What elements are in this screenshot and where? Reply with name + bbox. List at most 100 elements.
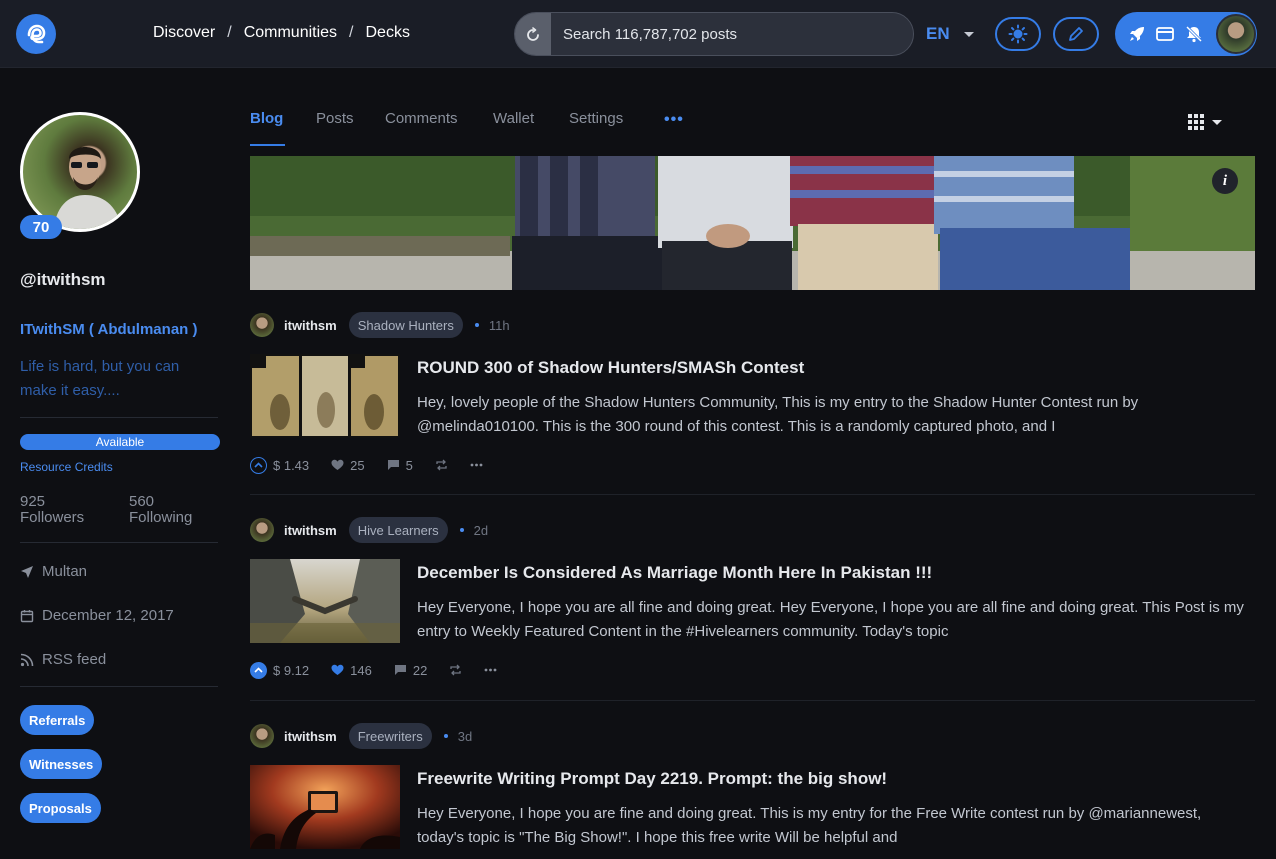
- bullet: [459, 528, 464, 532]
- post-actions: $ 1.43 25 5: [250, 456, 505, 474]
- thumbnail-illustration: [250, 559, 400, 643]
- tab-comments[interactable]: Comments: [385, 110, 458, 127]
- post-thumbnail[interactable]: [250, 559, 400, 643]
- following-label: Following: [129, 509, 193, 526]
- post-header: itwithsm Shadow Hunters 11h: [250, 312, 510, 338]
- profile-cover-image: [250, 156, 1255, 290]
- ecency-logo-icon[interactable]: [16, 14, 56, 54]
- tab-blog[interactable]: Blog: [250, 110, 283, 127]
- post-thumbnail[interactable]: [250, 765, 400, 849]
- thumbnail-illustration: [250, 354, 400, 438]
- post-title[interactable]: Freewrite Writing Prompt Day 2219. Promp…: [417, 769, 887, 789]
- post-age: 11h: [488, 317, 510, 333]
- wallet-icon[interactable]: [1155, 24, 1175, 44]
- tab-wallet[interactable]: Wallet: [493, 110, 534, 127]
- post-thumbnail[interactable]: [250, 354, 400, 438]
- reblog-button[interactable]: [449, 664, 462, 676]
- rocket-icon[interactable]: [1127, 24, 1147, 44]
- active-tab-indicator: [250, 144, 285, 146]
- notifications-off-icon[interactable]: [1184, 24, 1204, 44]
- language-selector[interactable]: EN: [926, 24, 974, 44]
- resource-credits-label: Resource Credits: [20, 460, 113, 474]
- post-payout[interactable]: $ 1.43: [273, 458, 309, 473]
- ellipsis-icon: [470, 463, 483, 467]
- comments-count: 5: [405, 457, 413, 473]
- post-excerpt[interactable]: Hey Everyone, I hope you are fine and do…: [417, 802, 1252, 850]
- reputation-badge: 70: [20, 215, 62, 239]
- search-box: [514, 12, 914, 56]
- post-author[interactable]: itwithsm: [284, 729, 337, 744]
- profile-sidebar: 70 @itwithsm ITwithSM ( Abdulmanan ) Lif…: [0, 69, 238, 859]
- witnesses-button[interactable]: Witnesses: [20, 749, 103, 779]
- followers-count: 925: [20, 493, 46, 510]
- votes-button[interactable]: 25: [331, 458, 365, 473]
- breadcrumb-discover[interactable]: Discover: [153, 24, 215, 42]
- search-mode-button[interactable]: [515, 13, 551, 55]
- post-excerpt[interactable]: Hey Everyone, I hope you are all fine an…: [417, 596, 1252, 644]
- comments-button[interactable]: 5: [387, 458, 413, 473]
- reblog-button[interactable]: [435, 459, 448, 471]
- following-stat[interactable]: 560 Following: [129, 494, 192, 526]
- post-age: 2d: [473, 522, 489, 538]
- search-input[interactable]: [551, 13, 913, 55]
- referrals-button[interactable]: Referrals: [20, 705, 95, 735]
- more-tabs-button[interactable]: •••: [664, 111, 684, 129]
- post-excerpt[interactable]: Hey, lovely people of the Shadow Hunters…: [417, 391, 1252, 439]
- comment-icon: [394, 665, 406, 675]
- tab-posts[interactable]: Posts: [316, 110, 354, 127]
- proposals-button[interactable]: Proposals: [20, 793, 101, 823]
- calendar-icon: [20, 609, 34, 622]
- comments-count: 22: [412, 662, 428, 678]
- divider: [250, 700, 1255, 701]
- user-avatar[interactable]: [1216, 14, 1256, 54]
- chevron-down-icon: [963, 31, 974, 37]
- more-options-button[interactable]: [470, 463, 483, 467]
- author-avatar[interactable]: [250, 518, 274, 542]
- vote-button[interactable]: $ 9.12: [250, 661, 309, 679]
- author-avatar[interactable]: [250, 724, 274, 748]
- refresh-icon: [527, 27, 539, 41]
- tab-settings[interactable]: Settings: [569, 110, 623, 127]
- community-tag[interactable]: Hive Learners: [348, 517, 448, 543]
- followers-stat[interactable]: 925 Followers: [20, 494, 84, 526]
- top-bar: Discover / Communities / Decks EN: [0, 0, 1276, 68]
- post-header: itwithsm Freewriters 3d: [250, 723, 472, 749]
- vote-button[interactable]: $ 1.43: [250, 456, 309, 474]
- post-card: itwithsm Freewriters 3d Freewrite Writin…: [250, 723, 1255, 859]
- post-author[interactable]: itwithsm: [284, 318, 337, 333]
- author-avatar[interactable]: [250, 313, 274, 337]
- post-card: itwithsm Shadow Hunters 11h ROUND 300 of…: [250, 312, 1255, 474]
- more-options-button[interactable]: [484, 668, 497, 672]
- post-payout[interactable]: $ 9.12: [273, 663, 309, 678]
- post-title[interactable]: ROUND 300 of Shadow Hunters/SMASh Contes…: [417, 358, 804, 378]
- resource-credits-bar[interactable]: Available: [20, 434, 220, 450]
- breadcrumb-communities[interactable]: Communities: [244, 24, 337, 42]
- heart-icon: [331, 664, 344, 675]
- view-mode-toggle[interactable]: [1188, 114, 1222, 130]
- reblog-icon: [436, 459, 447, 471]
- location-row: Multan: [20, 563, 87, 580]
- post-actions: $ 9.12 146 22: [250, 661, 519, 679]
- brightness-icon: [1008, 24, 1028, 44]
- comments-button[interactable]: 22: [394, 663, 427, 678]
- language-label: EN: [926, 24, 950, 43]
- votes-button[interactable]: 146: [331, 663, 372, 678]
- breadcrumb-decks[interactable]: Decks: [366, 24, 410, 42]
- post-author[interactable]: itwithsm: [284, 523, 337, 538]
- chevron-down-icon: [1212, 119, 1222, 125]
- post-card: itwithsm Hive Learners 2d December Is Co…: [250, 517, 1255, 679]
- location-arrow-icon: [21, 565, 33, 578]
- post-header: itwithsm Hive Learners 2d: [250, 517, 489, 543]
- bullet: [474, 323, 479, 327]
- post-title[interactable]: December Is Considered As Marriage Month…: [417, 563, 932, 583]
- profile-username: @itwithsm: [20, 270, 106, 289]
- profile-display-name: ITwithSM ( Abdulmanan ): [20, 321, 198, 338]
- community-tag[interactable]: Freewriters: [348, 723, 432, 749]
- theme-toggle-button[interactable]: [995, 17, 1041, 51]
- write-post-button[interactable]: [1053, 17, 1099, 51]
- info-icon[interactable]: i: [1212, 168, 1238, 194]
- community-tag[interactable]: Shadow Hunters: [348, 312, 463, 338]
- breadcrumb-separator: /: [349, 24, 354, 41]
- joined-date: December 12, 2017: [42, 607, 174, 624]
- rss-row[interactable]: RSS feed: [20, 651, 106, 668]
